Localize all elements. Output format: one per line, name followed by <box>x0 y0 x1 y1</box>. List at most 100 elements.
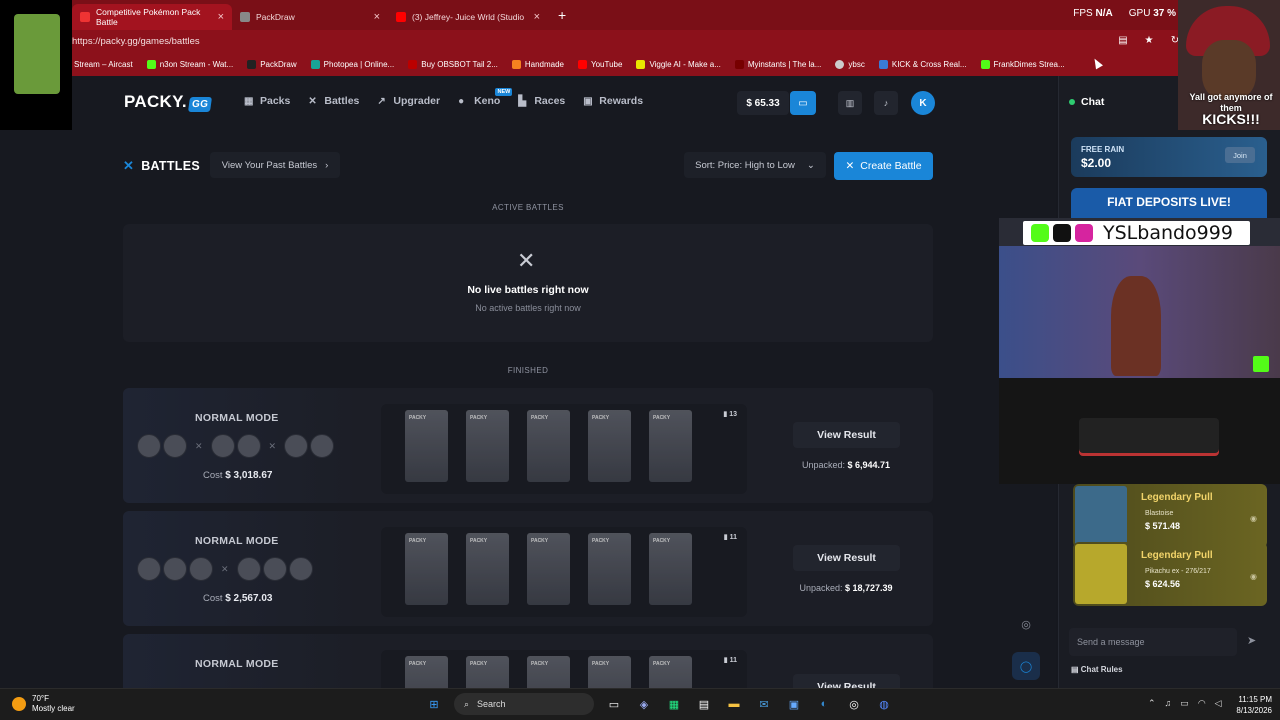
tab-youtube[interactable]: (3) Jeffrey- Juice Wrld (Studio × <box>388 4 548 30</box>
mail-icon[interactable]: ✉ <box>754 694 774 714</box>
free-rain-card: FREE RAIN $2.00 Join <box>1071 137 1267 177</box>
finished-label: FINISHED <box>507 366 549 375</box>
reader-icon[interactable]: ▤ <box>1116 33 1130 47</box>
bookmark-item[interactable]: KICK & Cross Real... <box>878 59 967 69</box>
bookmark-item[interactable]: Viggle AI - Make a... <box>636 59 721 69</box>
fps-value: N/A <box>1095 8 1113 19</box>
legendary-pull-card[interactable]: Legendary Pull Blastoise $ 571.48 ◉ <box>1073 484 1267 548</box>
bookmark-item[interactable]: FrankDimes Strea... <box>980 59 1065 69</box>
bookmark-item[interactable]: Buy OBSBOT Tail 2... <box>408 59 498 69</box>
nav-races[interactable]: ▙ Races <box>518 95 565 107</box>
copilot-icon[interactable]: ◈ <box>634 694 654 714</box>
tab-label: (3) Jeffrey- Juice Wrld (Studio <box>412 12 525 22</box>
chat-rules-link[interactable]: ▤ Chat Rules <box>1071 665 1123 674</box>
battle-card: NORMAL MODE ✕ Cost $ 2,567.03 ▮ 11 View … <box>123 511 933 626</box>
wallet-icon[interactable]: ▭ <box>790 91 816 115</box>
past-battles-button[interactable]: View Your Past Battles › <box>210 152 340 178</box>
fiat-deposits-banner[interactable]: FIAT DEPOSITS LIVE! <box>1071 188 1267 218</box>
microphone-icon[interactable]: ♫ <box>1165 698 1172 709</box>
stream-logo-overlay <box>0 0 72 130</box>
youtube-icon <box>578 59 587 69</box>
bookmark-item[interactable]: n3on Stream - Wat... <box>146 59 233 69</box>
edge-icon[interactable]: ◐ <box>814 694 834 714</box>
browser-tab-bar: Competitive Pokémon Pack Battle × PackDr… <box>0 0 1280 30</box>
versus-icon: ✕ <box>195 440 203 451</box>
nav-battles[interactable]: ✕ Battles <box>308 95 359 107</box>
widgets-icon[interactable]: ▦ <box>664 694 684 714</box>
bookmark-item[interactable]: YouTube <box>578 59 622 69</box>
chevron-up-icon[interactable]: ⌃ <box>1148 698 1156 709</box>
logo-badge: GG <box>187 97 213 112</box>
message-input[interactable]: Send a message <box>1069 628 1237 656</box>
battle-mode: NORMAL MODE <box>195 658 279 670</box>
weather-widget[interactable]: 70°F Mostly clear <box>12 694 75 714</box>
star-icon[interactable]: ★ <box>1142 33 1156 47</box>
send-icon[interactable]: ➤ <box>1247 634 1256 647</box>
new-tab-button[interactable]: + <box>548 7 576 23</box>
nav-upgrader[interactable]: ↗ Upgrader <box>377 95 440 107</box>
battle-mode: NORMAL MODE <box>195 535 279 547</box>
rain-join-button[interactable]: Join <box>1225 147 1255 163</box>
inventory-icon[interactable]: ▥ <box>838 91 862 115</box>
bookmark-item[interactable]: PackDraw <box>247 59 297 69</box>
main-nav: ▦ Packs ✕ Battles ↗ Upgrader ● Keno NEW ▙ Race… <box>244 88 643 107</box>
player-avatar <box>262 557 287 581</box>
view-result-button[interactable]: View Result <box>793 545 900 571</box>
file-explorer-icon[interactable]: ▬ <box>724 694 744 714</box>
bookmark-item[interactable]: Photopea | Online... <box>310 59 394 69</box>
photos-icon[interactable]: ▣ <box>784 694 804 714</box>
search-icon: ⌕ <box>464 698 470 709</box>
podium-icon: ▙ <box>518 95 527 107</box>
close-tab-icon[interactable]: × <box>534 11 540 23</box>
bookmark-item[interactable]: Myinstants | The la... <box>734 59 821 69</box>
windows-start-icon[interactable]: ⊞ <box>424 694 444 714</box>
tab-packdraw[interactable]: PackDraw × <box>232 4 388 30</box>
view-result-button[interactable]: View Result <box>793 422 900 448</box>
empty-title: No live battles right now <box>467 284 589 296</box>
nav-packs[interactable]: ▦ Packs <box>244 95 290 107</box>
handmade-icon <box>511 59 521 69</box>
url-text[interactable]: https://packy.gg/games/battles <box>72 36 200 47</box>
player-avatar <box>288 557 313 581</box>
chat-bubble-icon[interactable]: ◯ <box>1012 652 1040 680</box>
headset-icon[interactable]: ◎ <box>1012 610 1040 638</box>
balance-display[interactable]: $ 65.33 <box>737 91 789 115</box>
address-bar[interactable]: https://packy.gg/games/battles ▤ ★ ↻ ⚙ ☆… <box>0 30 1280 52</box>
reaction-caption: Yall got anymore of them KICKS!!! <box>1189 92 1273 127</box>
obs-icon[interactable]: ◎ <box>844 694 864 714</box>
display-icon[interactable]: ▭ <box>1180 698 1189 709</box>
packy-logo[interactable]: PACKY. GG <box>124 92 213 112</box>
nav-rewards[interactable]: ▣ Rewards <box>583 95 643 107</box>
taskbar-apps: ⊞ ⌕ Search ▭ ◈ ▦ ▤ ▬ ✉ ▣ ◐ ◎ ◍ <box>424 693 894 715</box>
bell-icon[interactable]: ♪ <box>874 91 898 115</box>
create-battle-button[interactable]: ✕ Create Battle <box>834 152 933 180</box>
close-tab-icon[interactable]: × <box>218 11 224 23</box>
task-view-icon[interactable]: ▭ <box>604 694 624 714</box>
battle-cost: Cost $ 3,018.67 <box>203 470 273 481</box>
avatar[interactable]: K <box>911 91 935 115</box>
taskbar-search[interactable]: ⌕ Search <box>454 693 594 715</box>
taskbar-clock[interactable]: 11:15 PM 8/13/2026 <box>1228 694 1272 716</box>
legendary-pull-card[interactable]: Legendary Pull Pikachu ex - 276/217 $ 62… <box>1073 542 1267 606</box>
eye-icon[interactable]: ◉ <box>1250 514 1257 523</box>
nav-keno[interactable]: ● Keno NEW <box>458 88 513 107</box>
trend-up-icon: ↗ <box>377 95 386 107</box>
app-icon[interactable]: ◍ <box>874 694 894 714</box>
store-icon[interactable]: ▤ <box>694 694 714 714</box>
volume-icon[interactable]: ◁ <box>1215 698 1222 709</box>
new-badge: NEW <box>495 88 513 96</box>
tab-packy-battles[interactable]: Competitive Pokémon Pack Battle × <box>72 4 232 30</box>
bookmark-item[interactable]: ybsc <box>835 59 865 69</box>
wifi-icon[interactable]: ◠ <box>1198 698 1206 709</box>
sort-dropdown[interactable]: Sort: Price: High to Low ⌄ <box>684 152 826 178</box>
bookmark-item[interactable]: Stream – Aircast <box>74 60 133 69</box>
versus-icon: ✕ <box>221 563 229 574</box>
eye-icon[interactable]: ◉ <box>1250 572 1257 581</box>
close-tab-icon[interactable]: × <box>374 11 380 23</box>
bookmark-item[interactable]: Handmade <box>511 59 564 69</box>
keyboard-image <box>1079 418 1219 456</box>
unpacked-value: Unpacked: $ 6,944.71 <box>801 460 891 470</box>
empty-battles-box: ✕ No live battles right now No active ba… <box>123 224 933 342</box>
gift-icon: ▣ <box>583 95 593 107</box>
pack-image <box>527 410 570 482</box>
